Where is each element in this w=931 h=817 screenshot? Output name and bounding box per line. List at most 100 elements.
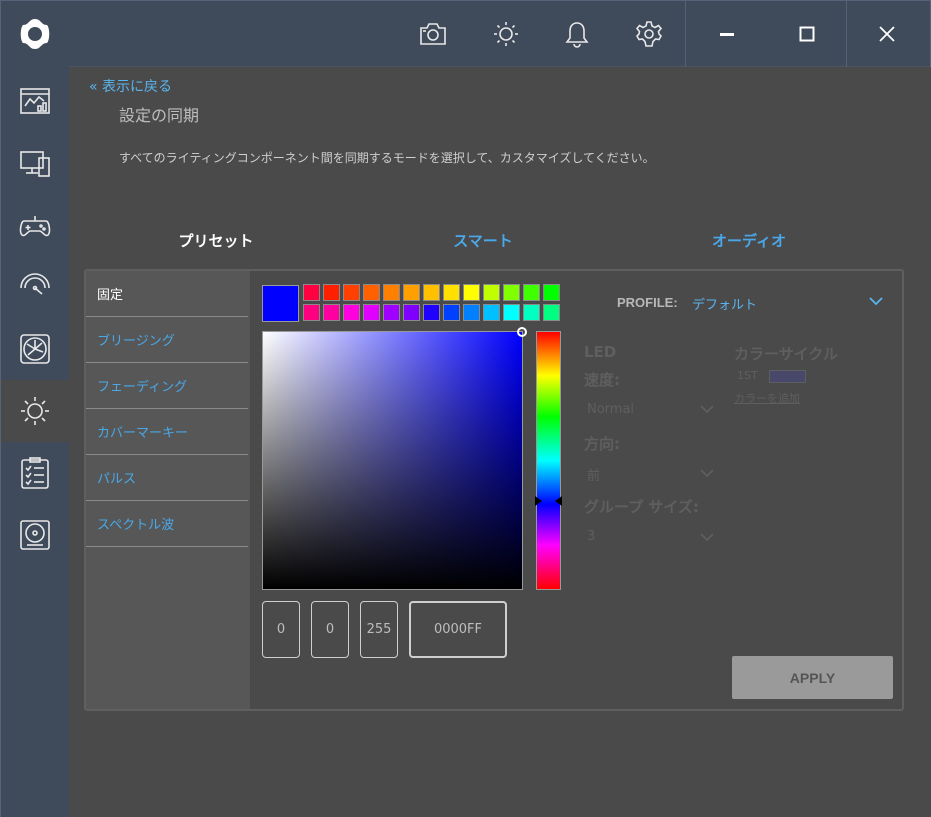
page-description: すべてのライティングコンポーネント間を同期するモードを選択して、カスタマイズして…: [119, 151, 655, 165]
hex-value-input[interactable]: 0000FF: [409, 601, 507, 658]
effect-item-pulse[interactable]: パルス: [86, 455, 248, 501]
lighting-panel: 固定 ブリージング フェーディング カバーマーキー パルス スペクトル波 0 0…: [84, 269, 904, 711]
preset-color-swatch[interactable]: [423, 304, 440, 321]
saturation-value-picker[interactable]: [262, 327, 527, 590]
preset-color-swatch[interactable]: [303, 304, 320, 321]
preset-color-swatch[interactable]: [343, 304, 360, 321]
color-cycle-label: カラーサイクル: [734, 345, 838, 363]
speed-label: 速度:: [584, 371, 620, 389]
preset-color-swatch[interactable]: [403, 284, 420, 301]
main-content: « 表示に戻る 設定の同期 すべてのライティングコンポーネント間を同期するモード…: [69, 67, 931, 817]
chevron-down-icon[interactable]: [700, 469, 714, 478]
tab-audio[interactable]: オーディオ: [649, 230, 849, 251]
red-value-input[interactable]: 0: [262, 601, 300, 658]
chevron-down-icon[interactable]: [700, 533, 714, 542]
back-link-label: 表示に戻る: [102, 79, 173, 95]
preset-color-swatch[interactable]: [383, 304, 400, 321]
add-color-link[interactable]: カラーを追加: [734, 390, 800, 406]
titlebar-divider: [685, 1, 686, 67]
back-link[interactable]: « 表示に戻る: [89, 76, 172, 96]
tab-preset[interactable]: プリセット: [116, 230, 316, 251]
minimize-icon: [720, 33, 734, 36]
preset-color-swatch[interactable]: [543, 284, 560, 301]
direction-label: 方向:: [584, 435, 620, 453]
preset-color-swatch[interactable]: [483, 284, 500, 301]
gamepad-icon: [19, 216, 51, 237]
green-value-input[interactable]: 0: [311, 601, 349, 658]
fan-icon: [20, 334, 50, 364]
sidebar-item-fan[interactable]: [1, 318, 69, 380]
lighting-icon: [21, 397, 49, 425]
brightness-icon: [494, 22, 518, 46]
screenshot-button[interactable]: [415, 16, 451, 52]
page-title: 設定の同期: [119, 106, 200, 125]
disk-icon: [20, 520, 50, 550]
chevron-down-icon[interactable]: [869, 296, 883, 306]
preset-color-swatch[interactable]: [363, 284, 380, 301]
sidebar-item-monitor[interactable]: [1, 132, 69, 194]
preset-color-swatch[interactable]: [323, 304, 340, 321]
close-icon: [879, 26, 895, 42]
profile-label: PROFILE:: [617, 295, 678, 310]
preset-color-swatch[interactable]: [303, 284, 320, 301]
direction-select[interactable]: 前: [587, 465, 600, 484]
brightness-button[interactable]: [488, 16, 524, 52]
effect-item-fading[interactable]: フェーディング: [86, 363, 248, 409]
effect-item-spectrum-wave[interactable]: スペクトル波: [86, 501, 248, 547]
sidebar: [1, 1, 69, 817]
maximize-icon: [799, 26, 815, 42]
notifications-button[interactable]: [559, 16, 595, 52]
effect-item-breathing[interactable]: ブリージング: [86, 317, 248, 363]
minimize-button[interactable]: [687, 1, 767, 67]
checklist-icon: [21, 457, 49, 489]
speed-select[interactable]: Normal: [587, 402, 634, 417]
sidebar-item-dashboard[interactable]: [1, 70, 69, 132]
preset-color-swatch[interactable]: [403, 304, 420, 321]
preset-color-swatch[interactable]: [423, 284, 440, 301]
close-button[interactable]: [847, 1, 927, 67]
blue-value-input[interactable]: 255: [360, 601, 398, 658]
sidebar-item-lighting[interactable]: [1, 380, 69, 442]
preset-color-swatch[interactable]: [463, 304, 480, 321]
maximize-button[interactable]: [767, 1, 847, 67]
monitor-icon: [20, 151, 50, 177]
preset-color-swatch[interactable]: [523, 284, 540, 301]
profile-select[interactable]: デフォルト: [692, 294, 757, 313]
preset-color-swatch[interactable]: [483, 304, 500, 321]
preset-color-swatch[interactable]: [543, 304, 560, 321]
preset-color-swatch[interactable]: [443, 284, 460, 301]
preset-color-swatch[interactable]: [363, 304, 380, 321]
sidebar-item-tasks[interactable]: [1, 442, 69, 504]
cycle-color-swatch[interactable]: [769, 370, 806, 383]
hue-marker-right[interactable]: [555, 496, 562, 506]
preset-color-swatch[interactable]: [383, 284, 400, 301]
hue-slider[interactable]: [535, 331, 562, 590]
preset-color-swatch[interactable]: [503, 284, 520, 301]
led-label: LED: [584, 343, 617, 361]
apply-button[interactable]: APPLY: [732, 656, 893, 699]
dashboard-icon: [20, 88, 50, 114]
preset-color-swatch[interactable]: [503, 304, 520, 321]
first-color-label: 1ST: [737, 369, 758, 382]
sidebar-item-storage[interactable]: [1, 504, 69, 566]
preset-color-swatch[interactable]: [523, 304, 540, 321]
preset-color-swatch[interactable]: [443, 304, 460, 321]
group-size-label: グループ サイズ:: [584, 498, 699, 516]
tab-smart[interactable]: スマート: [383, 230, 583, 251]
hue-marker-left[interactable]: [535, 496, 542, 506]
camera-icon: [420, 23, 446, 45]
preset-color-swatch[interactable]: [323, 284, 340, 301]
sidebar-item-performance[interactable]: [1, 256, 69, 318]
group-size-select[interactable]: 3: [587, 529, 595, 544]
color-picker-handle[interactable]: [517, 327, 527, 337]
bell-icon: [565, 22, 589, 48]
preset-color-swatch[interactable]: [343, 284, 360, 301]
effect-item-marquee[interactable]: カバーマーキー: [86, 409, 248, 455]
app-logo[interactable]: [1, 1, 69, 67]
preset-color-grid: [303, 284, 560, 321]
settings-button[interactable]: [631, 16, 667, 52]
sidebar-item-gaming[interactable]: [1, 194, 69, 256]
preset-color-swatch[interactable]: [463, 284, 480, 301]
effect-item-static[interactable]: 固定: [86, 271, 248, 317]
chevron-down-icon[interactable]: [700, 405, 714, 414]
